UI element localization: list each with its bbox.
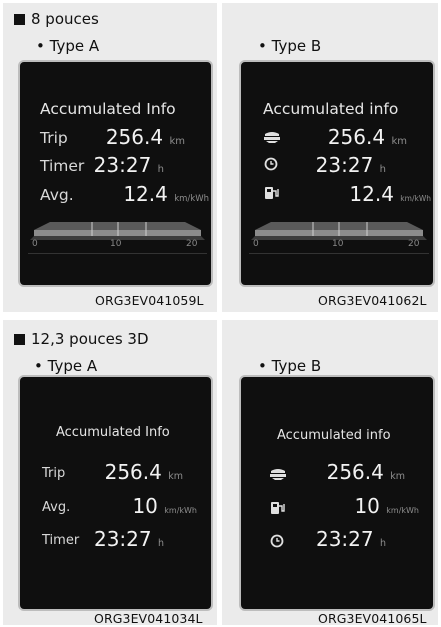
row-value-trip: 256.4 km xyxy=(106,125,185,149)
row-value-avg: 10 km/kWh xyxy=(354,494,419,518)
row-value-trip: 256.4 km xyxy=(328,125,407,149)
unit: km xyxy=(390,471,405,482)
row-label-trip: Trip xyxy=(40,129,68,147)
scale-label-20: 20 xyxy=(186,239,198,249)
row-label-timer: Timer xyxy=(42,533,80,548)
image-code-b1: ORG3EV041062L xyxy=(318,293,427,308)
clock-icon xyxy=(264,157,278,171)
scale-label-0: 0 xyxy=(32,239,38,249)
row-value-avg: 12.4 km/kWh xyxy=(349,182,431,206)
unit: h xyxy=(379,538,386,549)
value: 23:27 xyxy=(315,153,374,177)
unit: h xyxy=(379,164,386,175)
display-title: Accumulated Info xyxy=(40,100,176,118)
value: 12.4 xyxy=(123,182,168,206)
unit: km/kWh xyxy=(386,506,419,515)
trip-icon xyxy=(270,469,286,480)
section-heading-8in: 8 pouces xyxy=(14,10,99,28)
display-12in-type-b: Accumulated info 256.4 km 10 km/kWh 23:2… xyxy=(239,375,435,611)
row-value-timer: 23:27 h xyxy=(94,153,164,177)
unit: km/kWh xyxy=(400,194,431,203)
scale-label-10: 10 xyxy=(332,239,344,249)
row-label-avg: Avg. xyxy=(42,500,71,515)
value: 256.4 xyxy=(105,125,164,149)
image-code-b2: ORG3EV041065L xyxy=(318,611,427,626)
type-a-label: • Type A xyxy=(34,357,98,375)
value: 23:27 xyxy=(93,527,152,551)
section-heading-12in: 12,3 pouces 3D xyxy=(14,330,149,348)
fuel-icon xyxy=(271,502,285,514)
heading-text: 8 pouces xyxy=(31,10,99,28)
display-title: Accumulated Info xyxy=(56,425,170,440)
row-value-timer: 23:27 h xyxy=(316,527,386,551)
value: 23:27 xyxy=(93,153,152,177)
unit: km/kWh xyxy=(174,194,209,204)
square-bullet-icon xyxy=(14,13,25,25)
unit: h xyxy=(157,164,164,175)
display-8in-type-a: Accumulated Info Trip 256.4 km Timer 23:… xyxy=(18,60,213,287)
unit: h xyxy=(157,538,164,549)
unit: km/kWh xyxy=(164,506,197,515)
display-8in-type-b: Accumulated info 256.4 km 23:27 h 12.4 k… xyxy=(239,60,435,287)
type-b-label: • Type B xyxy=(258,37,322,55)
value: 10 xyxy=(354,494,380,518)
display-title: Accumulated info xyxy=(263,100,399,118)
value: 256.4 xyxy=(327,125,386,149)
type-b-label: • Type B xyxy=(258,357,322,375)
image-code-a1: ORG3EV041059L xyxy=(95,293,204,308)
row-label-timer: Timer xyxy=(40,157,85,175)
scale-label-20: 20 xyxy=(408,239,420,249)
type-a-label: • Type A xyxy=(36,37,100,55)
row-label-trip: Trip xyxy=(42,466,66,481)
row-value-avg: 10 km/kWh xyxy=(132,494,197,518)
row-value-trip: 256.4 km xyxy=(327,460,405,484)
value: 256.4 xyxy=(104,460,162,484)
row-value-timer: 23:27 h xyxy=(316,153,386,177)
unit: km xyxy=(168,471,183,482)
value: 12.4 xyxy=(349,182,394,206)
scale-label-0: 0 xyxy=(253,239,259,249)
gauge-baseline xyxy=(28,253,207,254)
row-value-timer: 23:27 h xyxy=(94,527,164,551)
gauge-baseline xyxy=(249,253,429,254)
fuel-icon xyxy=(265,187,279,199)
unit: km xyxy=(169,136,185,147)
heading-text: 12,3 pouces 3D xyxy=(31,330,149,348)
clock-icon xyxy=(270,534,284,548)
row-value-avg: 12.4 km/kWh xyxy=(123,182,209,206)
trip-icon xyxy=(264,132,280,143)
scale-label-10: 10 xyxy=(110,239,122,249)
square-bullet-icon xyxy=(14,333,25,345)
unit: km xyxy=(391,136,407,147)
value: 10 xyxy=(132,494,158,518)
display-12in-type-a: Accumulated Info Trip 256.4 km Avg. 10 k… xyxy=(18,375,213,611)
image-code-a2: ORG3EV041034L xyxy=(94,611,203,626)
value: 256.4 xyxy=(326,460,384,484)
display-title: Accumulated info xyxy=(277,428,391,443)
row-value-trip: 256.4 km xyxy=(105,460,183,484)
value: 23:27 xyxy=(315,527,374,551)
row-label-avg: Avg. xyxy=(40,186,74,204)
